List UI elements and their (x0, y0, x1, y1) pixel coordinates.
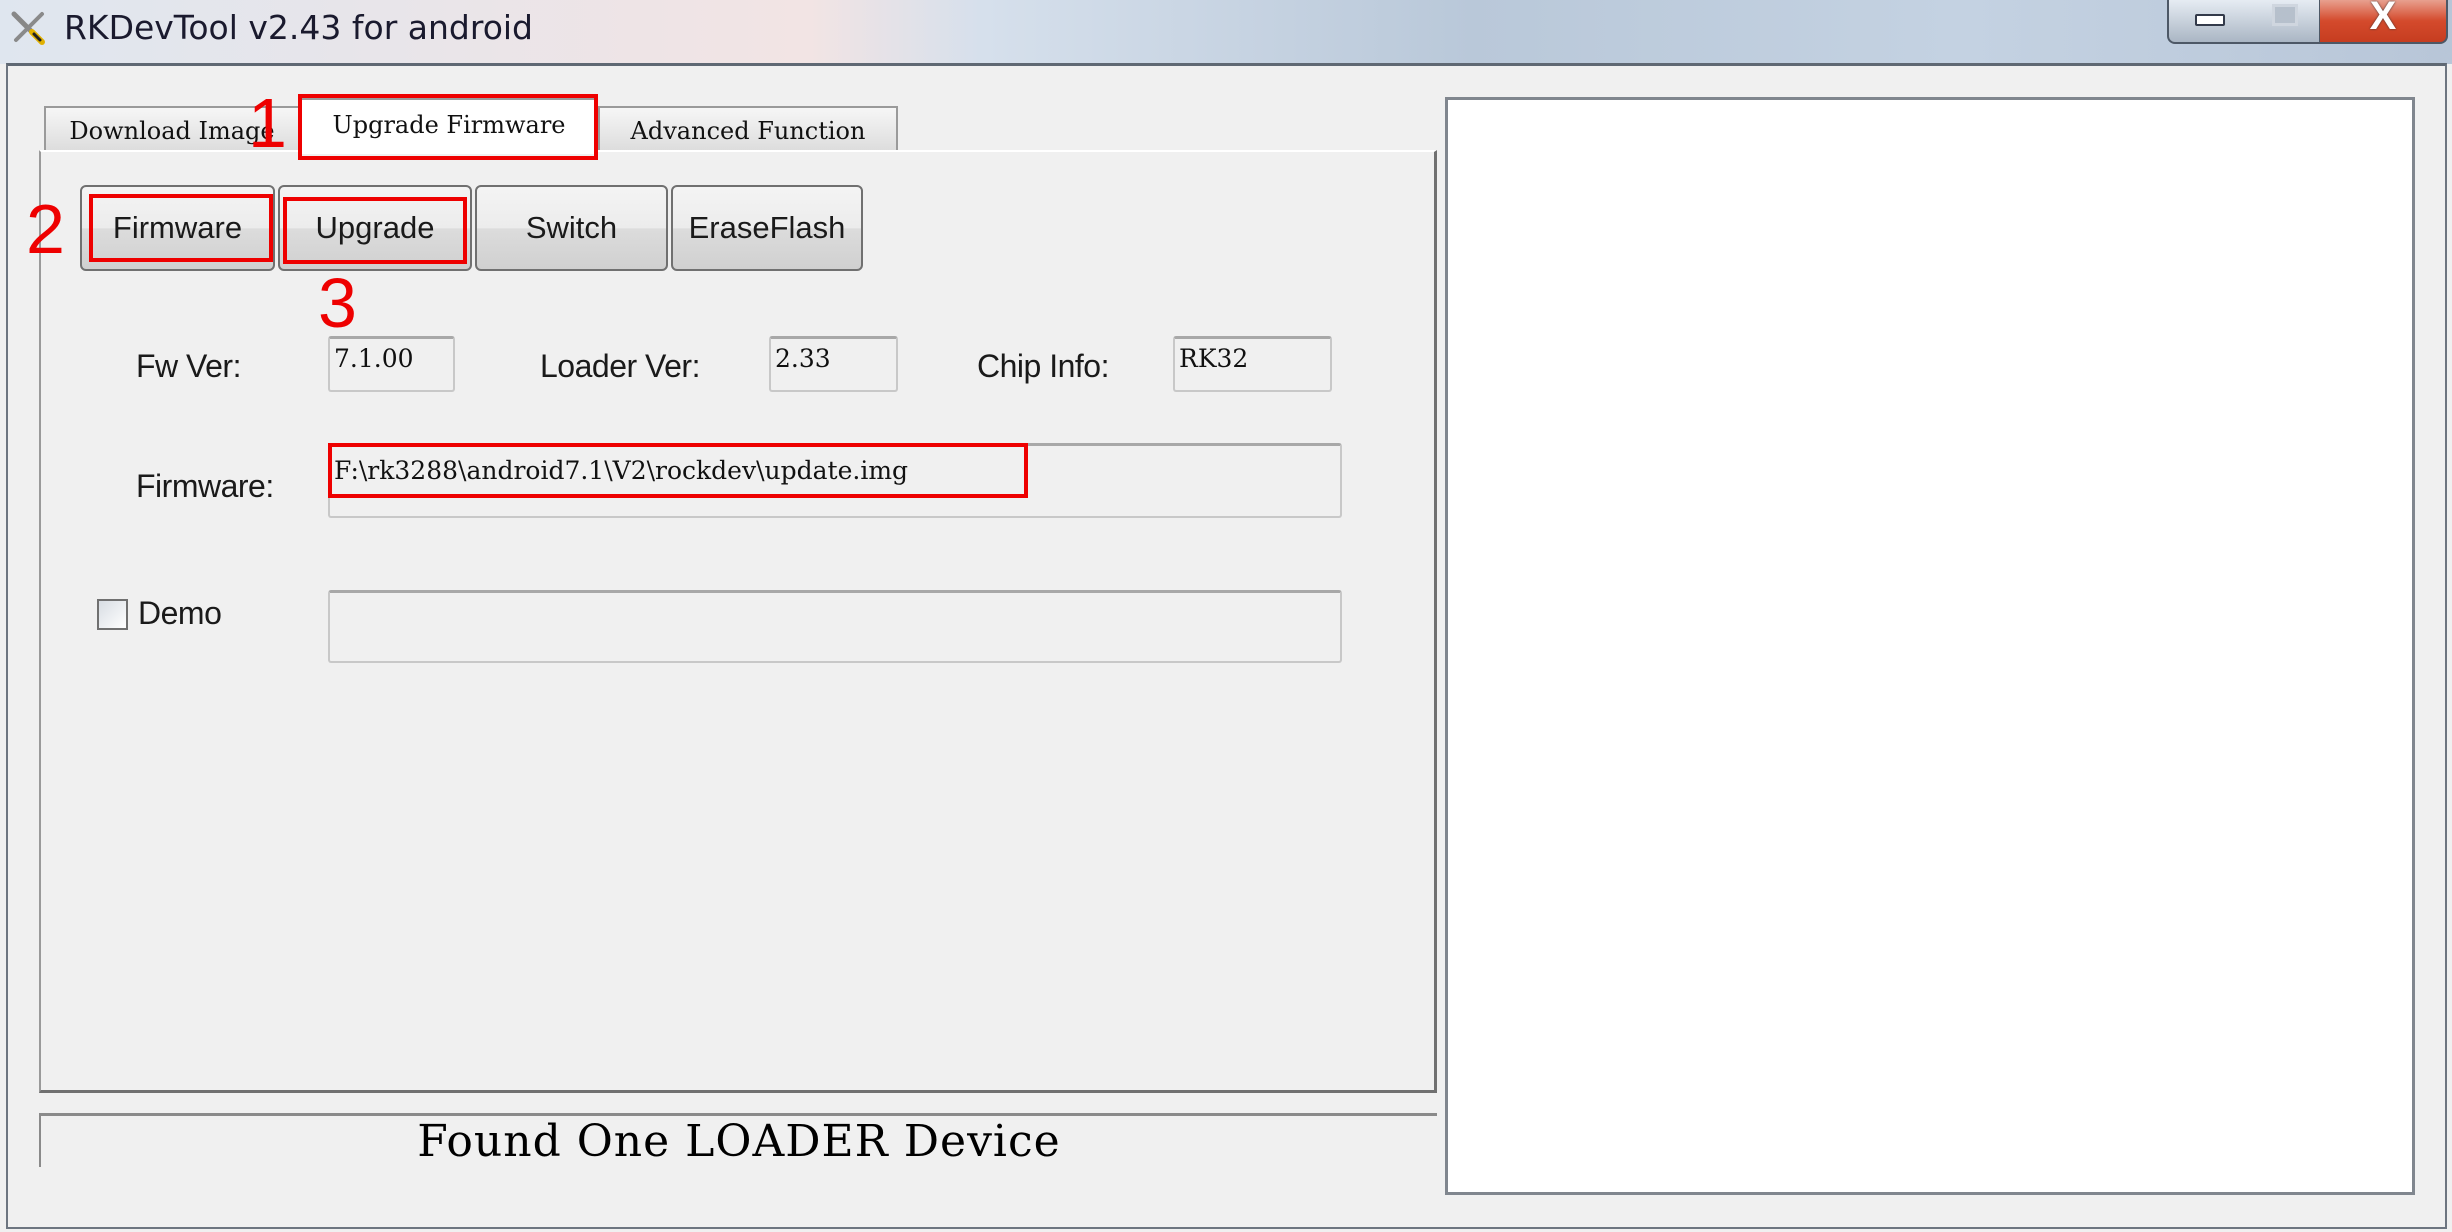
log-output-panel[interactable] (1445, 97, 2415, 1195)
maximize-button[interactable] (2250, 0, 2320, 44)
window-title: RKDevTool v2.43 for android (64, 8, 533, 47)
eraseflash-button[interactable]: EraseFlash (671, 185, 863, 271)
upgrade-button[interactable]: Upgrade (278, 185, 472, 271)
title-bar[interactable]: RKDevTool v2.43 for android X (0, 0, 2452, 64)
close-icon: X (2369, 0, 2397, 38)
tab-upgrade-firmware[interactable]: Upgrade Firmware (300, 98, 598, 154)
demo-checkbox[interactable] (97, 599, 128, 630)
loader-ver-field: 2.33 (769, 336, 898, 392)
maximize-icon (2272, 4, 2298, 26)
minimize-icon (2195, 14, 2225, 26)
fw-ver-label: Fw Ver: (136, 348, 241, 384)
annotation-step-3: 3 (318, 264, 357, 342)
chip-info-field: RK32 (1173, 336, 1332, 392)
fw-ver-field: 7.1.00 (328, 336, 455, 392)
annotation-step-2: 2 (26, 190, 65, 268)
tab-advanced-function[interactable]: Advanced Function (598, 106, 898, 152)
demo-label[interactable]: Demo (138, 595, 222, 632)
app-tools-icon (8, 8, 48, 48)
loader-ver-label: Loader Ver: (540, 348, 700, 384)
firmware-path-label: Firmware: (136, 468, 274, 504)
status-bar: Found One LOADER Device (39, 1113, 1437, 1167)
firmware-button[interactable]: Firmware (80, 185, 275, 271)
close-button[interactable]: X (2320, 0, 2448, 44)
demo-field[interactable] (328, 590, 1342, 663)
firmware-path-field[interactable]: F:\rk3288\android7.1\V2\rockdev\update.i… (328, 443, 1342, 518)
switch-button[interactable]: Switch (475, 185, 668, 271)
minimize-button[interactable] (2167, 0, 2251, 44)
annotation-step-1: 1 (248, 84, 287, 162)
chip-info-label: Chip Info: (977, 348, 1109, 384)
